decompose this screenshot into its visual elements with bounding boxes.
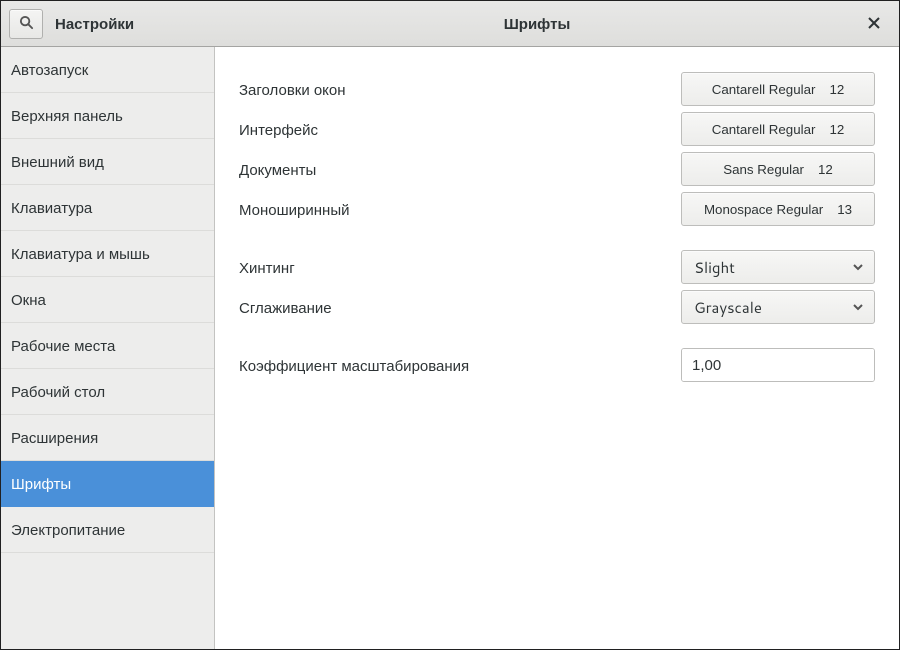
dropdown-row-label: Хинтинг [239,257,295,278]
font-picker-button-0[interactable]: Cantarell Regular 12 [681,72,875,106]
row-font-3: Моноширинный Monospace Regular 13 [239,189,875,229]
window-header: Настройки Шрифты [1,1,899,47]
scale-input[interactable] [682,349,875,381]
row-font-0: Заголовки окон Cantarell Regular 12 [239,69,875,109]
font-picker-button-1[interactable]: Cantarell Regular 12 [681,112,875,146]
content-panel: Заголовки оконCantarell Regular12Интерфе… [215,47,899,649]
font-picker-button-2[interactable]: Sans Regular 12 [681,152,875,186]
header-left: Настройки [1,9,215,39]
settings-window: Настройки Шрифты Автозапуск Верхняя панел… [1,1,899,649]
sidebar-item-label: Клавиатура [11,197,92,218]
sidebar-item-label: Рабочие места [11,335,115,356]
sidebar-item-7[interactable]: Рабочий стол [1,369,214,415]
page-title: Шрифты [215,13,859,34]
sidebar-item-5[interactable]: Окна [1,277,214,323]
sidebar-item-6[interactable]: Рабочие места [1,323,214,369]
row-scale-factor: Коэффициент масштабирования − + [239,345,875,385]
sidebar-item-0[interactable]: Автозапуск [1,47,214,93]
font-row-label: Документы [239,159,316,180]
dropdown-row-label: Сглаживание [239,297,332,318]
font-row-label: Интерфейс [239,119,318,140]
sidebar-item-label: Рабочий стол [11,381,105,402]
sidebar-item-label: Верхняя панель [11,105,123,126]
scale-label: Коэффициент масштабирования [239,355,469,376]
font-size: 12 [829,122,844,137]
sidebar-item-label: Расширения [11,427,98,448]
dropdown-value: Slight [694,257,735,278]
font-picker-button-3[interactable]: Monospace Regular 13 [681,192,875,226]
close-icon [868,13,880,34]
header-right [861,11,899,37]
chevron-down-icon [852,297,864,318]
font-row-label: Заголовки окон [239,79,346,100]
sidebar-item-label: Клавиатура и мышь [11,243,150,264]
search-icon [19,15,34,33]
sidebar-item-label: Автозапуск [11,59,88,80]
sidebar-item-label: Электропитание [11,519,125,540]
scale-spinbox: − + [681,348,875,382]
sidebar: Автозапуск Верхняя панель Внешний вид Клави… [1,47,215,649]
sidebar-item-label: Окна [11,289,46,310]
font-name: Monospace Regular [704,202,823,217]
app-title: Настройки [55,13,134,34]
sidebar-item-10[interactable]: Электропитание [1,507,214,553]
font-size: 12 [818,162,833,177]
sidebar-item-9[interactable]: Шрифты [1,461,214,507]
row-dropdown-1: Сглаживание Grayscale [239,287,875,327]
font-name: Cantarell Regular [712,82,816,97]
row-font-2: Документы Sans Regular 12 [239,149,875,189]
close-button[interactable] [861,11,887,37]
sidebar-item-1[interactable]: Верхняя панель [1,93,214,139]
sidebar-item-8[interactable]: Расширения [1,415,214,461]
font-name: Sans Regular [723,162,804,177]
sidebar-item-label: Внешний вид [11,151,104,172]
dropdown-value: Grayscale [694,297,762,318]
row-font-1: Интерфейс Cantarell Regular 12 [239,109,875,149]
search-button[interactable] [9,9,43,39]
dropdown-0[interactable]: Slight [681,250,875,284]
font-row-label: Моноширинный [239,199,350,220]
chevron-down-icon [852,257,864,278]
sidebar-item-4[interactable]: Клавиатура и мышь [1,231,214,277]
window-body: Автозапуск Верхняя панель Внешний вид Клави… [1,47,899,649]
sidebar-item-label: Шрифты [11,473,71,494]
font-name: Cantarell Regular [712,122,816,137]
font-size: 12 [829,82,844,97]
dropdown-1[interactable]: Grayscale [681,290,875,324]
sidebar-item-2[interactable]: Внешний вид [1,139,214,185]
sidebar-item-3[interactable]: Клавиатура [1,185,214,231]
font-size: 13 [837,202,852,217]
row-dropdown-0: Хинтинг Slight [239,247,875,287]
